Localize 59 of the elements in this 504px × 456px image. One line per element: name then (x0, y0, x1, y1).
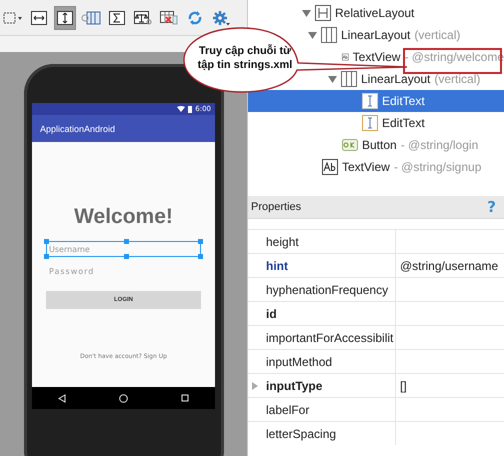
toolbar-button[interactable] (54, 6, 76, 30)
zoom-fit-icon (3, 12, 23, 24)
tree-detail: (vertical) (434, 72, 480, 86)
settings-icon (212, 10, 230, 26)
property-name: height (266, 234, 299, 248)
property-name: labelFor (266, 402, 310, 416)
text-cursor-icon (362, 93, 378, 109)
tree-item[interactable]: LinearLayout (vertical) (302, 24, 504, 46)
tree-item[interactable]: EditText (302, 90, 504, 112)
property-name: id (266, 306, 277, 320)
expand-arrow-icon[interactable] (302, 8, 311, 18)
property-name: letterSpacing (266, 426, 336, 440)
linear-layout-icon (341, 71, 357, 87)
property-name: hyphenationFrequency (266, 282, 388, 296)
tree-label: EditText (382, 94, 425, 108)
expand-arrow-icon[interactable] (328, 74, 337, 84)
refresh-icon (187, 10, 203, 26)
property-value: [] (399, 378, 408, 392)
expand-arrow-icon[interactable] (308, 30, 317, 40)
tree-label: TextView (352, 50, 400, 64)
wifi-icon (177, 106, 186, 112)
tree-label: LinearLayout (341, 28, 410, 42)
vertical-arrows-icon (57, 10, 73, 24)
tree-item[interactable]: LinearLayout (vertical) (302, 68, 504, 90)
property-name: inputType (266, 378, 322, 392)
back-icon (58, 394, 66, 402)
columns-icon (81, 10, 101, 24)
tree-item[interactable]: RelativeLayout (302, 2, 504, 24)
tree-item[interactable]: TextView - @string/signup (302, 156, 504, 178)
callout-text: Truy cập chuỗi từ tập tin strings.xml (196, 44, 294, 72)
sigma-icon (109, 10, 125, 24)
tree-detail: - @string/signup (394, 160, 482, 174)
button-icon (342, 137, 358, 153)
text-view-icon (322, 159, 338, 175)
linear-layout-icon (321, 27, 337, 43)
property-value: @string/username (399, 258, 500, 272)
scale-icon (134, 10, 152, 24)
horizontal-arrows-icon (31, 10, 47, 24)
tree-label: LinearLayout (361, 72, 430, 86)
battery-icon (188, 106, 192, 112)
text-cursor-icon (362, 115, 378, 131)
property-name: importantForAccessibilit (266, 330, 394, 344)
tree-item[interactable]: EditText (302, 112, 504, 134)
tree-label: TextView (342, 160, 390, 174)
app-title: ApplicationAndroid (40, 124, 116, 134)
tree-item[interactable]: Button - @string/login (302, 134, 504, 156)
welcome-heading: Welcome! (73, 205, 174, 229)
home-icon (118, 394, 128, 402)
tree-label: EditText (382, 116, 425, 130)
property-name: inputMethod (266, 354, 332, 368)
property-name: hint (266, 258, 288, 272)
recents-icon (180, 394, 189, 402)
table-error-icon (160, 10, 178, 24)
tree-label: Button (362, 138, 397, 152)
properties-title: Properties (251, 201, 302, 213)
relative-layout-icon (315, 5, 331, 21)
tree-detail: (vertical) (414, 28, 460, 42)
tree-detail: - @string/login (400, 138, 478, 152)
tree-label: RelativeLayout (335, 6, 414, 20)
